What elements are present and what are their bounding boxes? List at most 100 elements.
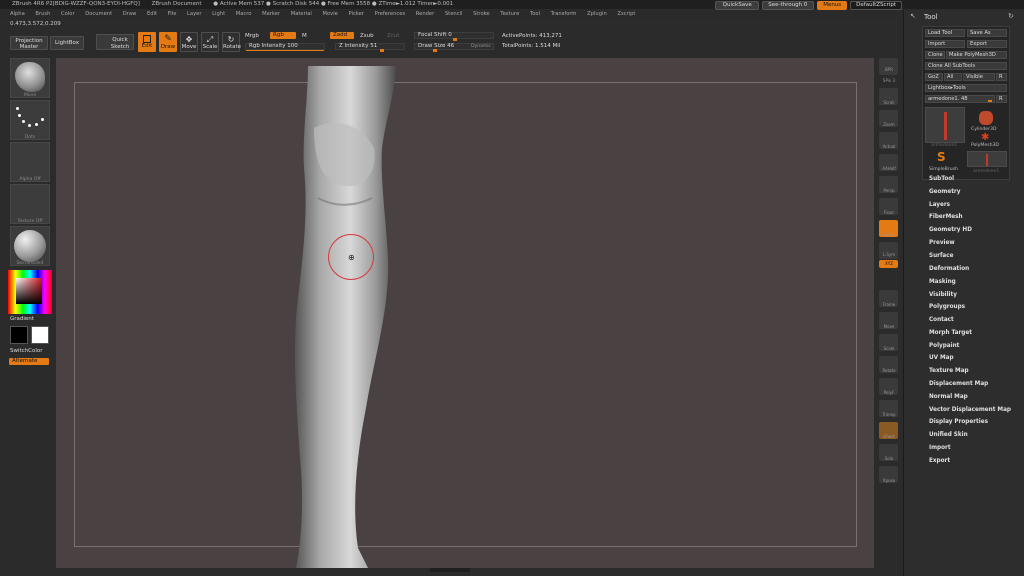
rgb-intensity-slider[interactable]: Rgb Intensity 100 <box>245 43 325 51</box>
menu-material[interactable]: Material <box>291 11 312 17</box>
unified-skin-menu[interactable]: Unified Skin <box>929 432 968 438</box>
tool-palette-pin-icon[interactable]: ↖ <box>910 12 916 20</box>
draw-button[interactable]: ✎ Draw <box>159 32 177 52</box>
menu-brush[interactable]: Brush <box>35 11 50 17</box>
menu-color[interactable]: Color <box>61 11 75 17</box>
move-button[interactable]: ✥ Move <box>180 32 198 52</box>
dynamic-toggle[interactable]: Dynamic <box>471 44 491 49</box>
morph-target-menu[interactable]: Morph Target <box>929 330 972 336</box>
layers-menu[interactable]: Layers <box>929 202 950 208</box>
material-selector[interactable] <box>10 226 50 266</box>
normal-map-menu[interactable]: Normal Map <box>929 394 968 400</box>
switch-color-button[interactable]: SwitchColor <box>10 348 43 354</box>
color-picker-square[interactable] <box>16 278 42 304</box>
menu-file[interactable]: File <box>168 11 177 17</box>
current-tool-r-button[interactable]: R <box>996 95 1007 103</box>
visibility-menu[interactable]: Visibility <box>929 292 957 298</box>
focal-shift-slider[interactable]: Focal Shift 0 <box>414 32 494 41</box>
menu-zscript[interactable]: Zscript <box>617 11 635 17</box>
texture-selector[interactable] <box>10 184 50 224</box>
geometry-hd-menu[interactable]: Geometry HD <box>929 227 972 233</box>
menu-render[interactable]: Render <box>416 11 434 17</box>
make-polymesh-button[interactable]: Make PolyMesh3D <box>946 51 1007 59</box>
menu-macro[interactable]: Macro <box>236 11 252 17</box>
menu-movie[interactable]: Movie <box>322 11 337 17</box>
bottom-shelf-toggle[interactable] <box>430 568 470 572</box>
menu-stencil[interactable]: Stencil <box>445 11 463 17</box>
menu-layer[interactable]: Layer <box>187 11 201 17</box>
clone-all-subtools-button[interactable]: Clone All SubTools <box>925 62 1007 70</box>
z-intensity-slider[interactable]: Z Intensity 51 <box>335 43 405 52</box>
menu-transform[interactable]: Transform <box>551 11 577 17</box>
menu-picker[interactable]: Picker <box>348 11 363 17</box>
current-tool-slider[interactable]: armedone1. 48 <box>925 95 995 103</box>
menu-alpha[interactable]: Alpha <box>10 11 25 17</box>
goz-r-button[interactable]: R <box>996 73 1007 81</box>
import-button[interactable]: Import <box>925 40 965 48</box>
menu-tool[interactable]: Tool <box>530 11 540 17</box>
viewport[interactable]: ⊕ <box>56 58 874 568</box>
displacement-map-menu[interactable]: Displacement Map <box>929 381 988 387</box>
lightbox-button[interactable]: LightBox <box>50 36 84 50</box>
simplebrush-icon[interactable]: S <box>937 151 946 163</box>
draw-size-slider[interactable]: Draw Size 46 Dynamic <box>414 43 494 52</box>
export-menu[interactable]: Export <box>929 458 950 464</box>
uv-map-menu[interactable]: UV Map <box>929 355 954 361</box>
clone-button[interactable]: Clone <box>925 51 945 59</box>
import-menu[interactable]: Import <box>929 445 951 451</box>
quick-sketch-button[interactable]: Quick Sketch <box>96 34 134 50</box>
rgb-toggle[interactable]: Rgb <box>270 32 296 39</box>
menu-stroke[interactable]: Stroke <box>473 11 490 17</box>
goz-button[interactable]: GoZ <box>925 73 943 81</box>
display-properties-menu[interactable]: Display Properties <box>929 419 988 425</box>
geometry-menu[interactable]: Geometry <box>929 189 960 195</box>
goz-visible-button[interactable]: Visible <box>963 73 995 81</box>
menu-draw[interactable]: Draw <box>123 11 137 17</box>
spix-label[interactable]: SPix 3 <box>875 78 903 83</box>
zsub-toggle[interactable]: Zsub <box>360 33 374 39</box>
zadd-toggle[interactable]: Zadd <box>330 32 354 39</box>
save-as-button[interactable]: Save As <box>967 29 1007 37</box>
alpha-selector[interactable] <box>10 142 50 182</box>
m-toggle[interactable]: M <box>302 33 307 39</box>
menu-document[interactable]: Document <box>85 11 112 17</box>
goz-all-button[interactable]: All <box>944 73 962 81</box>
tool-thumb-armedone1[interactable] <box>925 107 965 143</box>
tool-palette-close-icon[interactable]: ↻ <box>1008 12 1014 20</box>
texture-map-menu[interactable]: Texture Map <box>929 368 969 374</box>
menu-zplugin[interactable]: Zplugin <box>587 11 607 17</box>
preview-menu[interactable]: Preview <box>929 240 955 246</box>
quicksave-button[interactable]: QuickSave <box>715 0 760 10</box>
rotate-button[interactable]: ↻ Rotate <box>222 32 241 52</box>
stroke-selector[interactable] <box>10 100 50 140</box>
zcut-toggle[interactable]: Zcut <box>387 33 399 39</box>
menu-edit[interactable]: Edit <box>147 11 157 17</box>
vector-displacement-map-menu[interactable]: Vector Displacement Map <box>929 407 1011 413</box>
fibermesh-menu[interactable]: FiberMesh <box>929 214 963 220</box>
polypaint-menu[interactable]: Polypaint <box>929 343 959 349</box>
see-through-slider[interactable]: See-through 0 <box>762 0 815 10</box>
menu-light[interactable]: Light <box>212 11 225 17</box>
default-zscript-button[interactable]: DefaultZScript <box>850 0 902 10</box>
menu-marker[interactable]: Marker <box>262 11 280 17</box>
cylinder3d-icon[interactable] <box>979 111 993 125</box>
polygroups-menu[interactable]: Polygroups <box>929 304 965 310</box>
contact-menu[interactable]: Contact <box>929 317 954 323</box>
menu-preferences[interactable]: Preferences <box>375 11 406 17</box>
main-color-swatch[interactable] <box>10 326 28 344</box>
gradient-toggle[interactable]: Gradient <box>10 316 34 322</box>
secondary-color-swatch[interactable] <box>31 326 49 344</box>
menus-button[interactable]: Menus <box>817 0 848 10</box>
masking-menu[interactable]: Masking <box>929 279 956 285</box>
export-button[interactable]: Export <box>967 40 1007 48</box>
edit-button[interactable]: Edit <box>138 32 156 52</box>
subtool-menu[interactable]: SubTool <box>929 176 954 182</box>
surface-menu[interactable]: Surface <box>929 253 954 259</box>
brush-selector[interactable] <box>10 58 50 98</box>
tool-thumb-armedone1-small[interactable] <box>967 151 1007 167</box>
mrgb-toggle[interactable]: Mrgb <box>245 33 259 39</box>
polymesh3d-icon[interactable]: ✱ <box>981 133 989 143</box>
load-tool-button[interactable]: Load Tool <box>925 29 965 37</box>
alternate-button[interactable]: Alternate <box>9 358 49 365</box>
scale-button[interactable]: ⤢ Scale <box>201 32 219 52</box>
